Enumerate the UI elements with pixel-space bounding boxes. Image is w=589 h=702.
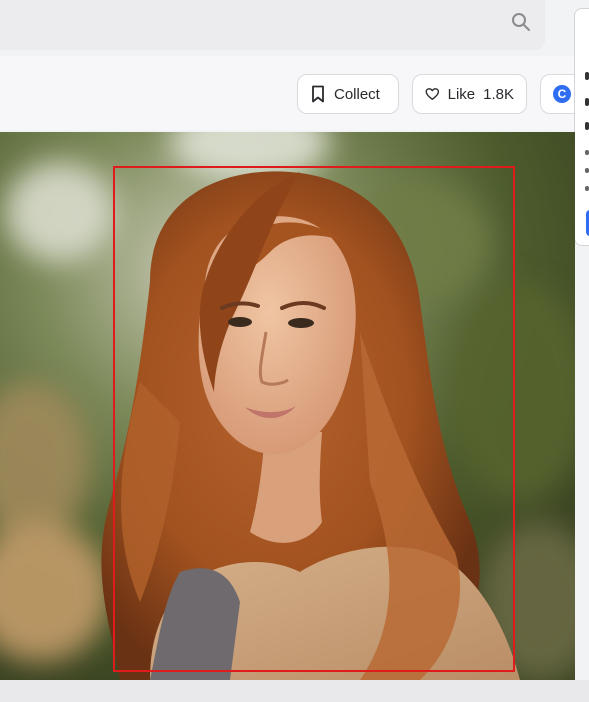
like-label: Like xyxy=(447,85,476,103)
like-count: 1.8K xyxy=(483,85,514,103)
selection-box[interactable] xyxy=(113,166,515,672)
side-panel-text xyxy=(585,150,589,155)
side-panel-text xyxy=(585,122,589,130)
collect-button[interactable]: Collect xyxy=(297,74,399,114)
share-icon: C xyxy=(553,85,571,103)
side-panel-text xyxy=(585,168,589,173)
collect-label: Collect xyxy=(334,85,380,103)
heart-icon xyxy=(425,88,440,100)
search-icon[interactable] xyxy=(510,11,532,33)
bookmark-icon xyxy=(312,85,324,103)
search-bar[interactable] xyxy=(0,0,545,50)
like-button[interactable]: Like 1.8K xyxy=(412,74,527,114)
bottom-bar xyxy=(0,680,589,702)
side-panel-text xyxy=(585,186,589,191)
side-panel-text xyxy=(585,72,589,80)
side-panel-text xyxy=(585,98,589,106)
